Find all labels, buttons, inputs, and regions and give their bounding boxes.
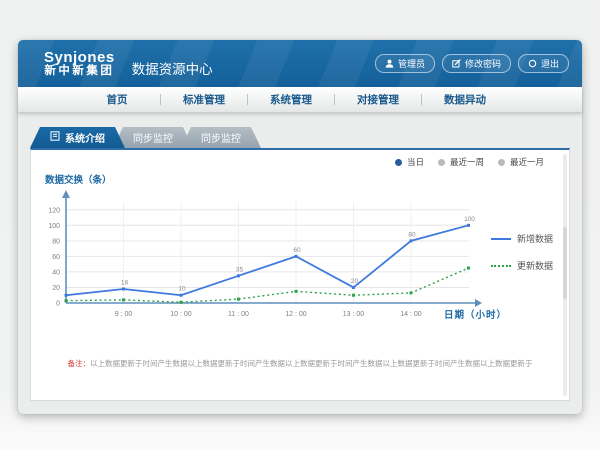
change-password-label: 修改密码 [465,57,501,70]
svg-text:9 : 00: 9 : 00 [115,311,133,318]
svg-text:0: 0 [56,301,60,308]
svg-text:20: 20 [351,278,359,285]
content-area: 系统介绍 同步监控 同步监控 0 20 40 60 80 100 120 9 : 00 10 :… [18,113,582,415]
chart-panel: 0 20 40 60 80 100 120 9 : 00 10 : 00 11 : 00 12 : … [30,148,570,401]
footnote: 备注：以上数据更新于时间产生数据以上数据更新于时间产生数据以上数据更新于时间产生… [31,358,569,369]
nav-item-integration-mgmt[interactable]: 对接管理 [335,92,421,107]
chart-legend: 新增数据 更新数据 [491,232,553,286]
user-icon [385,59,394,68]
user-menu-button[interactable]: 管理员 [375,54,435,73]
change-password-button[interactable]: 修改密码 [442,54,511,73]
radio-dot [498,159,505,166]
radio-label: 最近一月 [510,156,544,168]
range-filter-group: 当日 最近一周 最近一月 [395,156,544,168]
footnote-prefix: 备注： [68,359,91,368]
logout-label: 退出 [541,57,559,70]
radio-dot [438,159,445,166]
svg-text:11 : 00: 11 : 00 [228,311,249,318]
svg-text:80: 80 [52,238,60,245]
svg-text:120: 120 [48,207,60,214]
radio-last-week[interactable]: 最近一周 [438,156,484,168]
svg-text:12 : 00: 12 : 00 [285,311,307,318]
dotted-line-swatch [491,265,511,267]
tab-system-intro[interactable]: 系统介绍 [30,127,125,148]
svg-text:14 : 00: 14 : 00 [400,311,422,318]
solid-line-swatch [491,238,511,240]
radio-today[interactable]: 当日 [395,156,424,168]
tab-sync-monitor-1[interactable]: 同步监控 [113,127,193,148]
svg-text:10 : 00: 10 : 00 [170,311,192,318]
legend-label: 更新数据 [517,259,553,272]
tab-label: 系统介绍 [65,130,105,145]
app-header: Synjones 新中新集团 数据资源中心 管理员 修改密码 退出 [18,40,582,87]
tab-label: 同步监控 [201,130,241,145]
radio-dot-selected [395,159,402,166]
app-window: Synjones 新中新集团 数据资源中心 管理员 修改密码 退出 [18,40,582,414]
power-icon [528,59,537,68]
main-nav: 首页 标准管理 系统管理 对接管理 数据异动 [18,87,582,113]
y-axis-title: 数据交换（条） [45,172,112,186]
page-title: 数据资源中心 [132,58,213,78]
nav-item-data-change[interactable]: 数据异动 [422,92,508,107]
svg-text:100: 100 [48,223,60,230]
svg-text:10: 10 [178,286,186,293]
svg-text:20: 20 [52,285,60,292]
brand-logo: Synjones 新中新集团 [44,50,115,78]
svg-text:100: 100 [464,216,475,223]
tab-sync-monitor-2[interactable]: 同步监控 [181,127,261,148]
legend-item-update-data: 更新数据 [491,259,553,272]
nav-item-home[interactable]: 首页 [74,92,160,107]
tab-label: 同步监控 [133,130,173,145]
radio-label: 当日 [407,156,424,168]
brand-logo-cn: 新中新集团 [44,65,115,77]
tab-bar: 系统介绍 同步监控 同步监控 [30,127,261,148]
svg-text:13 : 00: 13 : 00 [343,311,365,318]
user-label: 管理员 [398,57,425,70]
svg-text:60: 60 [52,254,60,261]
scrollbar[interactable] [563,154,567,396]
user-area: 管理员 修改密码 退出 [375,54,569,73]
legend-item-new-data: 新增数据 [491,232,553,245]
svg-text:60: 60 [293,247,301,254]
scrollbar-thumb[interactable] [563,227,567,300]
radio-last-month[interactable]: 最近一月 [498,156,544,168]
footnote-text: 以上数据更新于时间产生数据以上数据更新于时间产生数据以上数据更新于时间产生数据以… [90,359,533,368]
logout-button[interactable]: 退出 [518,54,569,73]
svg-text:18: 18 [121,280,129,287]
document-icon [50,131,60,144]
edit-icon [452,59,461,68]
x-axis-title: 日期（小时） [444,307,507,321]
nav-item-system-mgmt[interactable]: 系统管理 [248,92,334,107]
nav-item-standard-mgmt[interactable]: 标准管理 [161,92,247,107]
radio-label: 最近一周 [450,156,484,168]
legend-label: 新增数据 [517,232,553,245]
brand-logo-en: Synjones [44,50,115,66]
svg-text:80: 80 [408,231,416,238]
svg-text:40: 40 [52,269,60,276]
svg-text:35: 35 [236,266,244,273]
